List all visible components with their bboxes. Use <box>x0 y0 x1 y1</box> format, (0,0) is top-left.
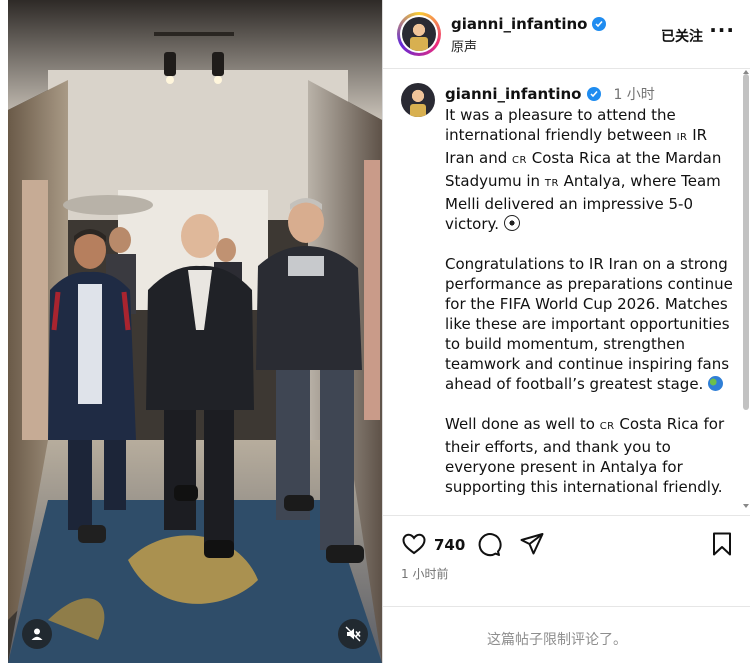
post-media-video[interactable] <box>8 0 382 663</box>
flag-tr-icon: TR <box>544 178 559 189</box>
user-icon <box>31 628 43 640</box>
comments-limited-notice: 这篇帖子限制评论了。 <box>383 606 750 664</box>
mute-toggle-button[interactable] <box>338 619 368 649</box>
muted-speaker-icon <box>345 626 361 642</box>
caption-timestamp[interactable]: 1 小时 <box>613 84 654 104</box>
tagged-users-button[interactable] <box>22 619 52 649</box>
caption-paragraph-1: It was a pleasure to attend the internat… <box>445 106 722 233</box>
author-avatar <box>402 17 436 51</box>
original-audio-link[interactable]: 原声 <box>451 36 477 55</box>
following-button[interactable]: 已关注 <box>661 26 703 46</box>
author-avatar-story-ring[interactable] <box>397 12 441 56</box>
soccer-ball-icon <box>503 215 520 231</box>
comment-button[interactable] <box>476 531 502 561</box>
caption-paragraph-3: Well done as well to CR Costa Rica for t… <box>445 415 725 496</box>
caption-author-avatar[interactable] <box>401 83 435 117</box>
share-button[interactable] <box>519 531 545 561</box>
caption-paragraph-2: Congratulations to IR Iran on a strong p… <box>445 255 733 393</box>
flag-cr-icon: CR <box>599 421 615 432</box>
posted-time[interactable]: 1 小时前 <box>401 565 448 582</box>
share-icon <box>520 533 544 555</box>
caption-text: It was a pleasure to attend the internat… <box>445 105 737 510</box>
author-username[interactable]: gianni_infantino <box>451 15 587 33</box>
caption-scroll-area[interactable]: gianni_infantino 1 小时 It was a pleasure … <box>383 70 739 510</box>
verified-badge-icon <box>592 17 607 31</box>
scrollbar-down-arrow[interactable] <box>743 504 749 508</box>
bookmark-icon <box>713 532 731 556</box>
comment-icon <box>478 533 502 557</box>
globe-icon <box>708 376 724 391</box>
comments-limited-text: 这篇帖子限制评论了。 <box>487 632 627 648</box>
post-header: gianni_infantino 原声 已关注 ··· <box>383 0 750 69</box>
caption-scrollbar-thumb[interactable] <box>743 74 749 410</box>
flag-ir-icon: IR <box>676 132 688 143</box>
likes-count[interactable]: 740 <box>434 536 465 554</box>
post-details-panel: gianni_infantino 原声 已关注 ··· gianni_infan… <box>382 0 750 663</box>
video-frame <box>8 0 382 663</box>
save-button[interactable] <box>711 531 733 561</box>
like-button[interactable] <box>401 531 427 561</box>
verified-badge-icon <box>587 87 602 101</box>
flag-cr-icon: CR <box>512 155 527 166</box>
caption-username[interactable]: gianni_infantino <box>445 85 581 103</box>
heart-icon <box>402 533 426 555</box>
more-options-icon[interactable]: ··· <box>709 18 735 42</box>
